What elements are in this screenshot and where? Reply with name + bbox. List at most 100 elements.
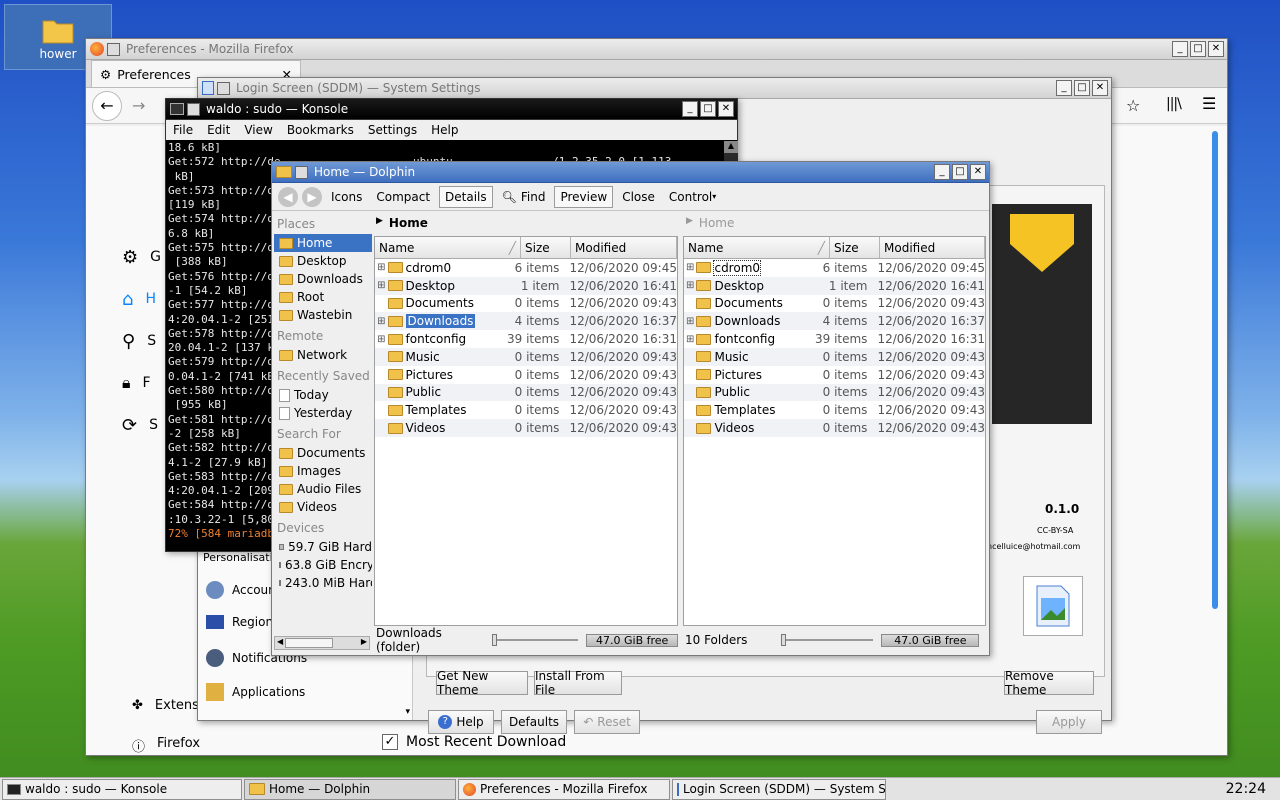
window-menu-icon[interactable]: [295, 165, 308, 179]
get-new-theme-button[interactable]: Get New Theme: [436, 669, 528, 697]
column-modified[interactable]: Modified: [571, 237, 677, 258]
expand-icon[interactable]: ⊞: [375, 280, 388, 291]
nav-accounts[interactable]: Accoun: [206, 581, 276, 599]
scrollbar[interactable]: [1212, 131, 1218, 609]
zoom-slider[interactable]: [781, 634, 874, 646]
find-button[interactable]: 🔍︎ Find: [497, 186, 551, 208]
places-item-home[interactable]: Home: [274, 234, 372, 252]
window-menu-icon[interactable]: [217, 81, 230, 95]
forward-button[interactable]: ▶: [302, 186, 322, 207]
forward-button[interactable]: →: [132, 96, 145, 115]
places-item-yesterday[interactable]: Yesterday: [274, 404, 372, 422]
apply-button[interactable]: Apply: [1036, 710, 1102, 734]
file-row[interactable]: Templates 0 items 12/06/2020 09:43: [375, 401, 677, 419]
places-item-today[interactable]: Today: [274, 386, 372, 404]
places-scrollbar[interactable]: ◀ ▶: [274, 636, 370, 650]
help-button[interactable]: ? Help: [428, 710, 494, 734]
menu-bookmarks[interactable]: Bookmarks: [287, 123, 354, 137]
places-item-desktop[interactable]: Desktop: [274, 252, 372, 270]
minimize-button[interactable]: _: [1056, 80, 1072, 96]
close-button[interactable]: ✕: [718, 101, 734, 117]
window-menu-icon[interactable]: [187, 102, 200, 116]
theme-image-icon[interactable]: [1023, 576, 1083, 636]
bookmark-star-icon[interactable]: ☆: [1126, 96, 1140, 115]
file-row[interactable]: ⊞ Desktop 1 item 12/06/2020 16:41: [684, 276, 985, 295]
back-button[interactable]: ←: [92, 90, 122, 121]
expand-icon[interactable]: ⊞: [684, 334, 696, 345]
expand-icon[interactable]: ⊞: [684, 262, 696, 273]
scroll-down-arrow[interactable]: ▾: [405, 707, 410, 717]
sidebar-item-home[interactable]: ⌂ H: [122, 278, 161, 320]
window-menu-icon[interactable]: [107, 42, 120, 56]
right-file-pane[interactable]: Name ╱ Size Modified ⊞ cdrom0 6 items 12/06/202…: [683, 236, 986, 626]
file-row[interactable]: ⊞ Downloads 4 items 12/06/2020 16:37: [375, 312, 677, 331]
minimize-button[interactable]: _: [1172, 41, 1188, 57]
menu-icon[interactable]: ☰: [1202, 94, 1216, 113]
file-row[interactable]: Templates 0 items 12/06/2020 09:43: [684, 401, 985, 419]
nav-applications[interactable]: Applications: [206, 683, 305, 701]
taskbar-item-firefox[interactable]: Preferences - Mozilla Firefox: [458, 778, 670, 800]
maximize-button[interactable]: □: [952, 164, 968, 180]
file-row[interactable]: Public 0 items 12/06/2020 09:43: [684, 383, 985, 402]
taskbar-item-konsole[interactable]: waldo : sudo — Konsole: [2, 778, 242, 800]
menu-help[interactable]: Help: [431, 123, 458, 137]
maximize-button[interactable]: □: [1074, 80, 1090, 96]
close-split-button[interactable]: Close: [617, 186, 660, 208]
maximize-button[interactable]: □: [1190, 41, 1206, 57]
library-icon[interactable]: |||\: [1166, 96, 1182, 112]
places-item-audio-files[interactable]: Audio Files: [274, 480, 372, 498]
file-row[interactable]: Pictures 0 items 12/06/2020 09:43: [684, 366, 985, 384]
expand-icon[interactable]: ⊞: [684, 280, 696, 291]
file-row[interactable]: ⊞ fontconfig 39 items 12/06/2020 16:31: [684, 330, 985, 348]
nav-regional[interactable]: Regiona: [206, 615, 280, 629]
back-button[interactable]: ◀: [278, 186, 298, 207]
expand-icon[interactable]: ⊞: [375, 316, 388, 327]
expand-icon[interactable]: ⊞: [375, 334, 388, 345]
places-item-device-0[interactable]: 59.7 GiB Hard: [274, 538, 372, 556]
menu-edit[interactable]: Edit: [207, 123, 230, 137]
file-row[interactable]: ⊞ cdrom0 6 items 12/06/2020 09:45: [375, 259, 677, 277]
file-row[interactable]: ⊞ fontconfig 39 items 12/06/2020 16:31: [375, 330, 677, 348]
menu-file[interactable]: File: [173, 123, 193, 137]
icons-view-button[interactable]: Icons: [326, 186, 367, 208]
expand-icon[interactable]: ⊞: [684, 316, 696, 327]
preview-button[interactable]: Preview: [554, 185, 614, 208]
details-view-button[interactable]: Details: [439, 185, 493, 208]
file-row[interactable]: Videos 0 items 12/06/2020 09:43: [375, 419, 677, 437]
file-row[interactable]: Pictures 0 items 12/06/2020 09:43: [375, 366, 677, 384]
minimize-button[interactable]: _: [682, 101, 698, 117]
menu-settings[interactable]: Settings: [368, 123, 417, 137]
remove-theme-button[interactable]: Remove Theme: [1004, 669, 1094, 697]
maximize-button[interactable]: □: [700, 101, 716, 117]
sidebar-item-sync[interactable]: ⟳ S: [122, 404, 161, 446]
install-from-file-button[interactable]: Install From File: [534, 669, 622, 697]
places-item-videos[interactable]: Videos: [274, 498, 372, 516]
file-row[interactable]: Documents 0 items 12/06/2020 09:43: [684, 295, 985, 313]
right-breadcrumb[interactable]: ▶ Home: [686, 216, 734, 230]
places-item-root[interactable]: Root: [274, 288, 372, 306]
places-item-images[interactable]: Images: [274, 462, 372, 480]
firefox-support-link[interactable]: ⓘ Firefox: [132, 736, 200, 755]
sidebar-item-privacy[interactable]: 🔒︎ F: [122, 362, 161, 404]
file-row[interactable]: Public 0 items 12/06/2020 09:43: [375, 383, 677, 402]
places-item-device-1[interactable]: 63.8 GiB Encry: [274, 556, 372, 574]
places-item-downloads[interactable]: Downloads: [274, 270, 372, 288]
places-item-device-2[interactable]: 243.0 MiB Hard: [274, 574, 372, 592]
sidebar-item-general[interactable]: ⚙ G: [122, 236, 161, 278]
taskbar-item-sddm[interactable]: Login Screen (SDDM) — System S...: [672, 778, 886, 800]
theme-preview[interactable]: [992, 204, 1092, 424]
places-item-documents[interactable]: Documents: [274, 444, 372, 462]
close-button[interactable]: ✕: [1092, 80, 1108, 96]
compact-view-button[interactable]: Compact: [371, 186, 435, 208]
zoom-slider[interactable]: [492, 634, 579, 646]
column-modified[interactable]: Modified: [880, 237, 985, 258]
close-button[interactable]: ✕: [970, 164, 986, 180]
menu-view[interactable]: View: [244, 123, 272, 137]
left-file-pane[interactable]: Name ╱ Size Modified ⊞ cdrom0 6 items 12/06/202…: [374, 236, 678, 626]
taskbar-item-dolphin[interactable]: Home — Dolphin: [244, 778, 456, 800]
file-row[interactable]: Music 0 items 12/06/2020 09:43: [375, 347, 677, 366]
close-button[interactable]: ✕: [1208, 41, 1224, 57]
file-row[interactable]: Music 0 items 12/06/2020 09:43: [684, 347, 985, 366]
defaults-button[interactable]: Defaults: [501, 710, 567, 734]
file-row[interactable]: ⊞ cdrom0 6 items 12/06/2020 09:45: [684, 259, 985, 277]
